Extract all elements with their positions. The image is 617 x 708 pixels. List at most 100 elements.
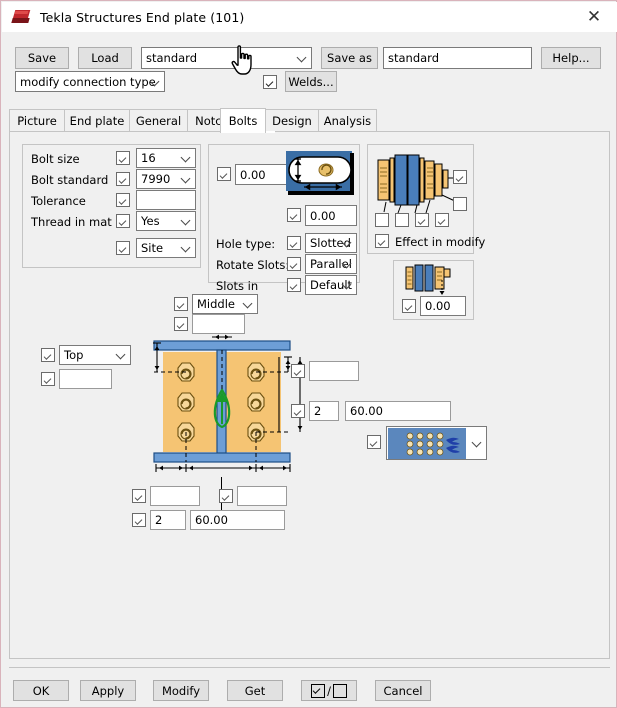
slot-x-input[interactable]: 0.00 <box>235 164 291 185</box>
site-workshop-dropdown[interactable]: Site <box>136 238 196 258</box>
effect-bottom-checkbox-4[interactable] <box>435 213 449 227</box>
slot-y-value: 0.00 <box>310 208 336 223</box>
tab-end-plate[interactable]: End plate <box>64 109 130 132</box>
tab-bolts[interactable]: Bolts <box>220 108 266 133</box>
save-as-input[interactable]: standard <box>383 47 532 69</box>
tab-picture[interactable]: Picture <box>9 109 65 132</box>
close-icon[interactable]: ✕ <box>571 2 617 32</box>
rotate-slots-checkbox[interactable] <box>287 257 301 271</box>
bottom-count-value: 2 <box>155 513 163 527</box>
bottom-right-edge-checkbox[interactable] <box>219 489 233 503</box>
left-offset-input[interactable] <box>59 369 112 389</box>
edge-distance-input[interactable]: 0.00 <box>420 296 466 316</box>
ok-button[interactable]: OK <box>13 680 69 701</box>
apply-button[interactable]: Apply <box>80 680 136 701</box>
load-button[interactable]: Load <box>78 47 132 69</box>
right-count-input[interactable]: 2 <box>309 401 339 421</box>
right-edge-checkbox[interactable] <box>291 364 305 378</box>
bottom-spacing-input[interactable]: 60.00 <box>190 510 285 530</box>
right-count-value: 2 <box>314 404 322 418</box>
top-offset-input[interactable] <box>192 314 245 334</box>
right-spacing-input[interactable]: 60.00 <box>345 401 451 421</box>
left-offset-checkbox[interactable] <box>41 372 55 386</box>
get-button[interactable]: Get <box>227 680 283 701</box>
left-position-checkbox[interactable] <box>41 348 55 362</box>
top-position-checkbox[interactable] <box>174 297 188 311</box>
rotate-slots-dropdown[interactable]: Parallel <box>305 254 357 274</box>
site-workshop-value: Site <box>141 241 164 255</box>
save-as-value: standard <box>388 51 440 65</box>
chevron-down-icon <box>182 243 191 252</box>
effect-bottom-checkbox-2[interactable] <box>395 213 409 227</box>
chevron-down-icon <box>182 216 191 225</box>
bolt-pattern-checkbox[interactable] <box>367 435 381 449</box>
bolt-size-dropdown[interactable]: 16 <box>136 148 196 168</box>
plate-edge-distance-icon <box>405 264 451 295</box>
dialog-window: Tekla Structures End plate (101) ✕ Save … <box>0 0 617 708</box>
effect-in-modify-label: Effect in modify <box>395 235 486 249</box>
right-edge-input[interactable] <box>309 361 359 381</box>
chevron-down-icon <box>244 299 253 308</box>
tab-general[interactable]: General <box>129 109 188 132</box>
chevron-down-icon <box>117 350 126 359</box>
connection-type-dropdown[interactable]: modify connection type <box>15 71 165 92</box>
toggle-all-checkboxes-button[interactable]: / <box>301 680 357 701</box>
bolt-standard-dropdown[interactable]: 7990 <box>136 169 196 189</box>
hole-type-checkbox[interactable] <box>287 236 301 250</box>
tolerance-checkbox[interactable] <box>116 193 130 207</box>
chevron-down-icon <box>343 238 352 247</box>
tab-design[interactable]: Design <box>265 109 319 132</box>
top-position-dropdown[interactable]: Middle <box>192 294 258 314</box>
bottom-count-input[interactable]: 2 <box>150 510 186 530</box>
tab-analysis[interactable]: Analysis <box>318 109 377 132</box>
tolerance-input[interactable] <box>136 190 196 210</box>
slots-in-checkbox[interactable] <box>287 278 301 292</box>
edge-distance-value: 0.00 <box>425 299 451 313</box>
slot-y-input[interactable]: 0.00 <box>305 205 357 226</box>
bottom-left-edge-checkbox[interactable] <box>132 489 146 503</box>
bottom-right-edge-input[interactable] <box>237 486 287 506</box>
effect-in-modify-checkbox[interactable] <box>375 234 389 248</box>
slot-y-checkbox[interactable] <box>287 208 301 222</box>
bolt-size-checkbox[interactable] <box>116 151 130 165</box>
bolt-size-value: 16 <box>141 151 156 165</box>
effect-bottom-checkbox-1[interactable] <box>375 213 389 227</box>
effect-right-checkbox-2[interactable] <box>453 197 467 211</box>
save-as-button[interactable]: Save as <box>321 47 378 69</box>
top-offset-checkbox[interactable] <box>174 317 188 331</box>
bottom-count-checkbox[interactable] <box>132 513 146 527</box>
right-count-checkbox[interactable] <box>291 404 305 418</box>
hole-properties-group: 0.00 0.00 Hole type: Slotted Rotate Slot… <box>208 144 360 295</box>
end-plate-bolt-diagram-icon <box>153 334 303 472</box>
thread-in-mat-dropdown[interactable]: Yes <box>136 211 196 231</box>
bolt-size-label: Bolt size <box>31 152 80 166</box>
thread-in-mat-checkbox[interactable] <box>116 214 130 228</box>
bottom-left-edge-input[interactable] <box>150 486 200 506</box>
effect-right-checkbox-1[interactable] <box>453 170 467 184</box>
save-button[interactable]: Save <box>15 47 69 69</box>
footer-divider <box>9 667 610 668</box>
cancel-button[interactable]: Cancel <box>375 680 431 701</box>
bolt-standard-checkbox[interactable] <box>116 172 130 186</box>
site-workshop-checkbox[interactable] <box>116 241 130 255</box>
bolt-properties-group: Bolt size 16 Bolt standard 7990 Toleranc… <box>22 144 201 268</box>
slots-in-label: Slots in <box>216 279 259 293</box>
thread-in-mat-label: Thread in mat <box>31 215 112 229</box>
slotted-hole-icon <box>286 151 354 195</box>
right-spacing-value: 60.00 <box>350 404 383 418</box>
slots-in-dropdown[interactable]: Default <box>305 275 357 295</box>
preset-dropdown[interactable]: standard <box>141 47 312 69</box>
mouse-cursor-icon <box>231 45 252 75</box>
chevron-down-icon <box>151 77 160 86</box>
effect-bottom-checkbox-3[interactable] <box>415 213 429 227</box>
slot-x-checkbox[interactable] <box>217 167 231 181</box>
modify-button[interactable]: Modify <box>153 680 209 701</box>
left-position-dropdown[interactable]: Top <box>59 345 131 365</box>
bolt-standard-label: Bolt standard <box>31 173 109 187</box>
welds-checkbox[interactable] <box>263 75 277 89</box>
bolt-pattern-dropdown[interactable] <box>386 426 487 460</box>
edge-distance-checkbox[interactable] <box>402 299 416 313</box>
welds-button[interactable]: Welds... <box>285 71 337 92</box>
hole-type-dropdown[interactable]: Slotted <box>305 233 357 253</box>
help-button[interactable]: Help... <box>541 47 601 69</box>
